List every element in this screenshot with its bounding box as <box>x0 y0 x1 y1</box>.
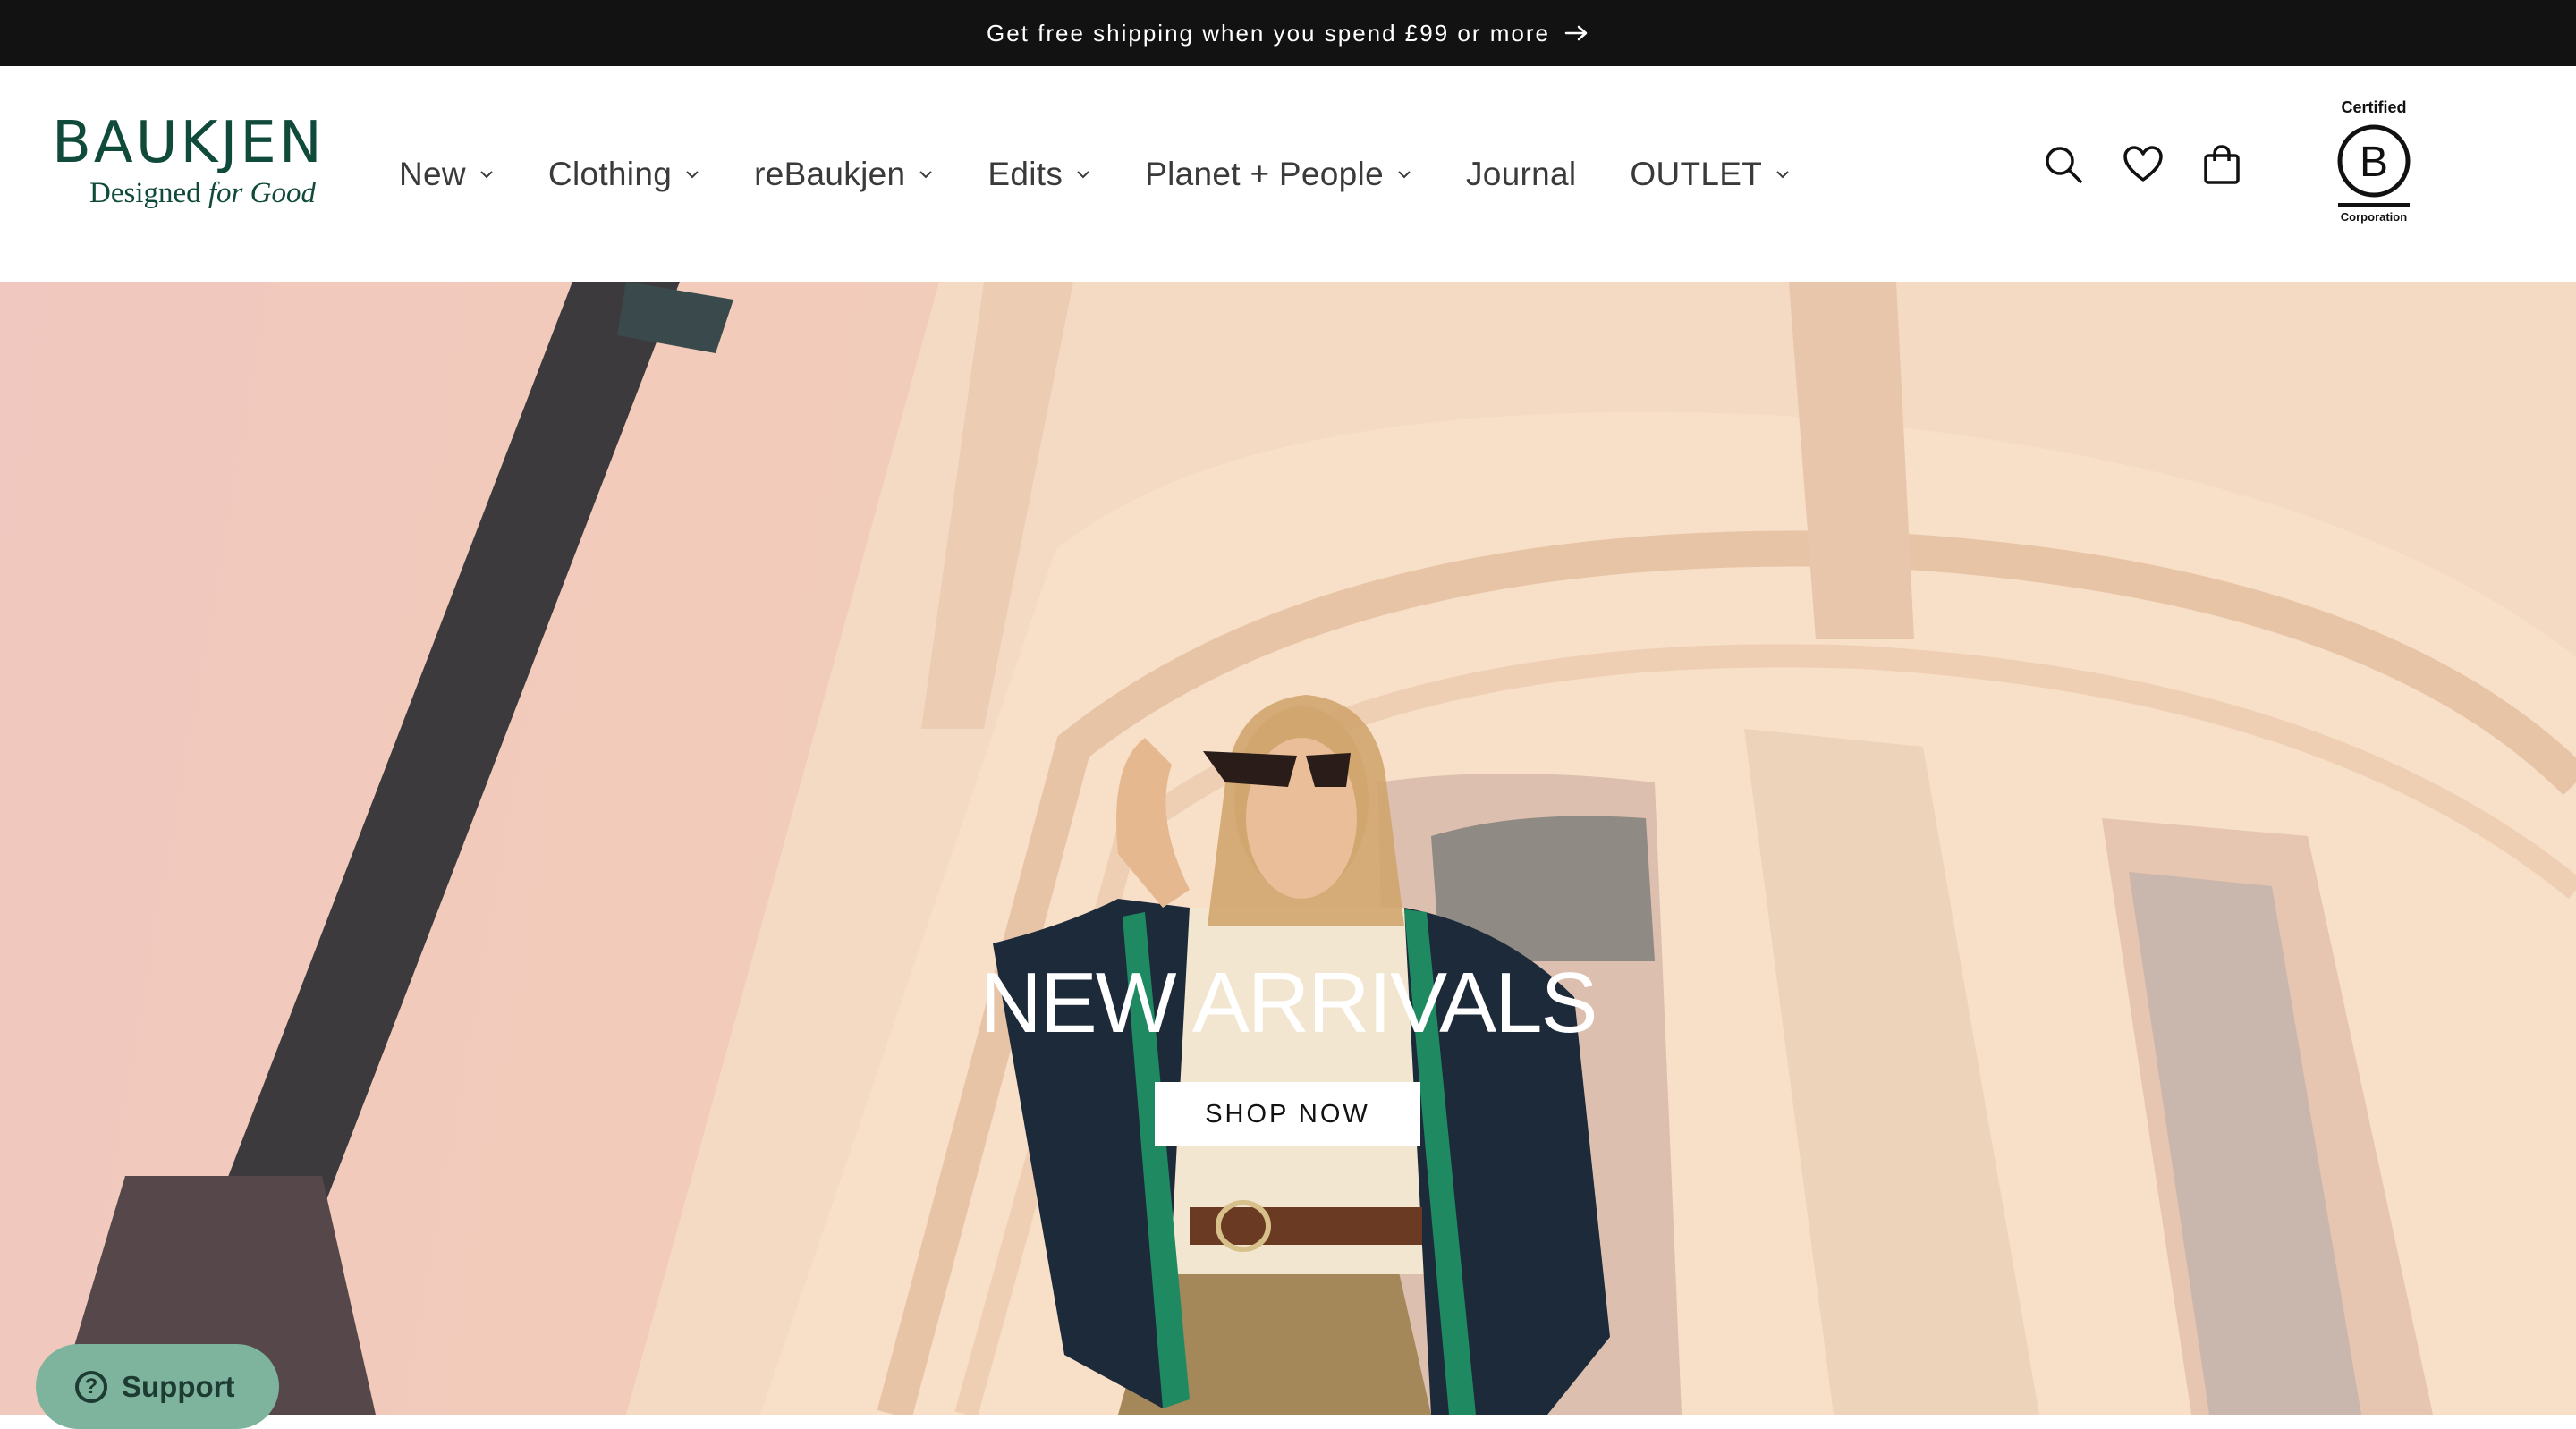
heart-icon[interactable] <box>2122 143 2165 186</box>
nav-label: Planet + People <box>1145 155 1384 192</box>
tagline-italic: for Good <box>208 177 316 209</box>
announcement-text[interactable]: Get free shipping when you spend £99 or … <box>987 20 1550 47</box>
nav-item-clothing[interactable]: Clothing <box>548 156 700 193</box>
nav-item-journal[interactable]: Journal <box>1466 156 1576 193</box>
nav-item-outlet[interactable]: OUTLET <box>1630 156 1791 193</box>
bcorp-top-text: Certified <box>2341 98 2407 116</box>
support-chat-button[interactable]: ? Support <box>36 1344 279 1429</box>
logo-wordmark: BAUKJEN <box>52 110 325 176</box>
bcorp-divider <box>2338 203 2410 207</box>
nav-label: reBaukjen <box>754 155 906 192</box>
nav-label: Edits <box>987 155 1063 192</box>
chevron-down-icon <box>1775 169 1791 180</box>
bcorp-badge: Certified B Corporation <box>2324 98 2424 249</box>
chevron-down-icon <box>1396 169 1412 180</box>
nav-item-rebaukjen[interactable]: reBaukjen <box>754 156 934 193</box>
site-header: BAUKJEN Designed for Good New Clothing r… <box>0 66 2576 282</box>
chevron-down-icon <box>684 169 700 180</box>
chevron-down-icon <box>918 169 934 180</box>
nav-label: New <box>399 155 466 192</box>
nav-label: Journal <box>1465 155 1577 192</box>
shop-now-button[interactable]: SHOP NOW <box>1155 1082 1420 1146</box>
bcorp-bottom-text: Corporation <box>2340 210 2408 224</box>
chevron-down-icon <box>1075 169 1091 180</box>
nav-label: Clothing <box>547 155 673 192</box>
nav-item-edits[interactable]: Edits <box>987 156 1091 193</box>
announcement-bar[interactable]: Get free shipping when you spend £99 or … <box>0 0 2576 66</box>
hero-image <box>0 282 2576 1415</box>
nav-item-planet-people[interactable]: Planet + People <box>1145 156 1412 193</box>
hero-banner[interactable]: NEW ARRIVALS SHOP NOW <box>0 282 2576 1415</box>
nav-label: OUTLET <box>1630 155 1763 192</box>
help-icon: ? <box>75 1370 107 1403</box>
search-icon[interactable] <box>2042 143 2085 186</box>
chevron-down-icon <box>479 169 495 180</box>
logo-tagline: Designed for Good <box>89 177 329 210</box>
cart-icon[interactable] <box>2200 143 2243 186</box>
hero-heading: NEW ARRIVALS <box>979 955 1597 1051</box>
tagline-prefix: Designed <box>89 177 208 209</box>
brand-logo[interactable]: BAUKJEN Designed for Good <box>52 113 329 220</box>
main-nav: New Clothing reBaukjen Edits Planet + Pe… <box>399 66 1844 282</box>
arrow-right-icon[interactable] <box>1564 24 1589 42</box>
nav-item-new[interactable]: New <box>399 156 495 193</box>
support-label: Support <box>122 1369 235 1403</box>
bcorp-circle-icon: B <box>2337 124 2411 198</box>
bcorp-letter: B <box>2360 139 2388 186</box>
